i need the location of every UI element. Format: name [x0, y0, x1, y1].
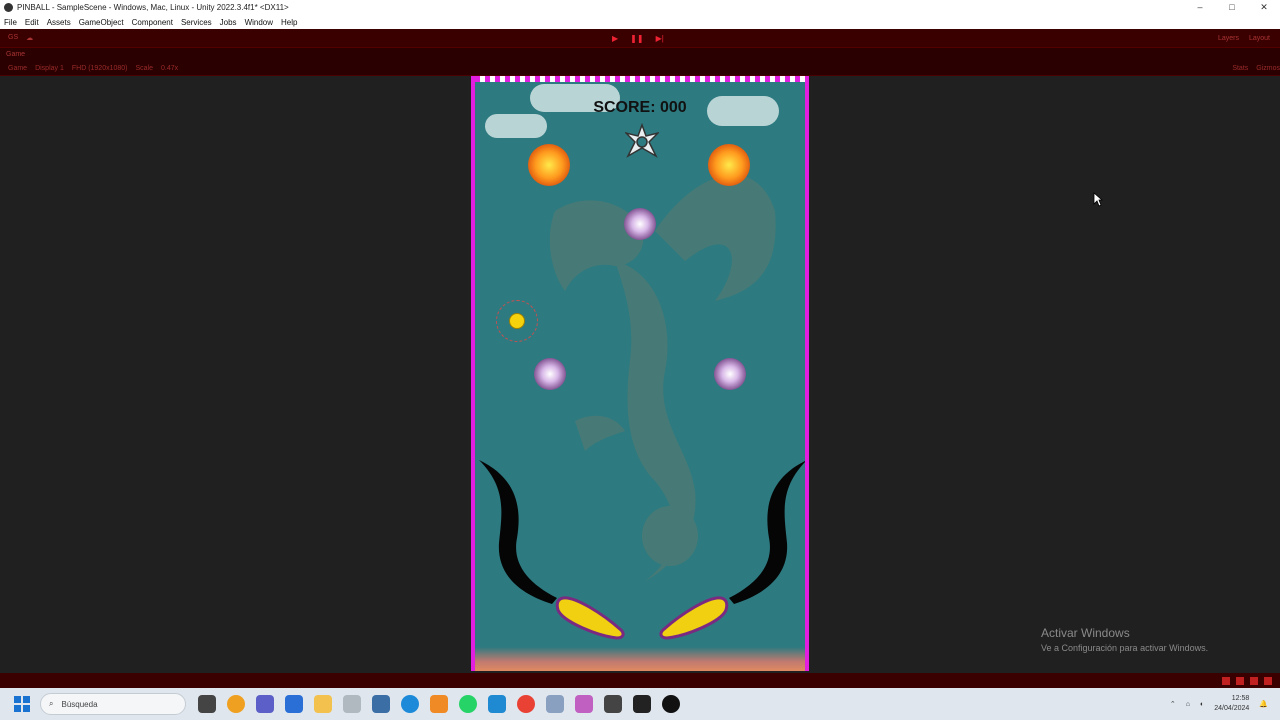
menu-window[interactable]: Window [241, 18, 277, 27]
game-view-toolbar: Game Display 1 FHD (1920x1080) Scale 0.4… [0, 61, 1280, 76]
game-tab-bar: Game [0, 48, 1280, 61]
unity-hub-icon[interactable] [604, 695, 622, 713]
windows-taskbar: ⌕ Búsqueda ⌃ ⌂ ◐ 12:58 24/04/2024 🔔 [0, 688, 1280, 720]
scale-label: Scale [135, 64, 154, 72]
network-icon[interactable]: ⌂ [1186, 701, 1190, 708]
display-dropdown[interactable]: Display 1 [35, 65, 64, 72]
chevron-up-icon[interactable]: ⌃ [1170, 700, 1176, 708]
app-icon[interactable] [546, 695, 564, 713]
cloud-icon[interactable]: ☁ [26, 34, 33, 42]
menu-file[interactable]: File [0, 18, 21, 27]
fire-bumper [708, 144, 750, 186]
scale-value[interactable]: 0.47x [161, 65, 178, 72]
clock-time: 12:58 [1231, 695, 1250, 702]
app-icon[interactable] [662, 695, 680, 713]
account-button[interactable]: GS [8, 34, 18, 42]
fire-bumper [528, 144, 570, 186]
left-flipper [555, 596, 625, 640]
menu-assets[interactable]: Assets [43, 18, 75, 27]
minimize-button[interactable]: – [1184, 0, 1216, 15]
chrome-icon[interactable] [517, 695, 535, 713]
error-icon[interactable] [1222, 676, 1230, 685]
clock-date: 24/04/2024 [1214, 705, 1250, 712]
right-horn-wall [729, 461, 805, 604]
close-button[interactable]: ✕ [1248, 0, 1280, 15]
unity-logo-icon [4, 3, 13, 12]
gizmos-button[interactable]: Gizmos [1256, 65, 1280, 72]
play-button[interactable]: ▶ [612, 34, 618, 43]
main-toolbar: GS ☁ ▶ ❚❚ ▶| Layers Layout [0, 29, 1280, 48]
warning-icon[interactable] [1236, 676, 1244, 685]
menu-bar: File Edit Assets GameObject Component Se… [0, 15, 1280, 29]
app-icon[interactable] [343, 695, 361, 713]
spiked-bumper [624, 208, 656, 240]
teams-icon[interactable] [256, 695, 274, 713]
log-icon[interactable] [1250, 676, 1258, 685]
task-view-icon[interactable] [198, 695, 216, 713]
app-icon[interactable] [575, 695, 593, 713]
score-text: SCORE: 000 [593, 99, 687, 116]
start-button[interactable] [14, 696, 30, 712]
layout-dropdown[interactable]: Layout [1249, 35, 1270, 42]
menu-help[interactable]: Help [277, 18, 301, 27]
stats-button[interactable]: Stats [1232, 65, 1248, 72]
spiked-bumper [534, 358, 566, 390]
menu-gameobject[interactable]: GameObject [75, 18, 128, 27]
layers-dropdown[interactable]: Layers [1218, 35, 1239, 42]
left-horn-wall [479, 460, 557, 604]
edge-icon[interactable] [401, 695, 419, 713]
taskbar-search[interactable]: ⌕ Búsqueda [40, 693, 186, 715]
calculator-icon[interactable] [372, 695, 390, 713]
clock[interactable]: 12:58 24/04/2024 [1214, 694, 1249, 714]
menu-edit[interactable]: Edit [21, 18, 43, 27]
maximize-button[interactable]: □ [1216, 0, 1248, 15]
mouse-cursor-icon [1093, 192, 1103, 207]
window-title-bar: PINBALL - SampleScene - Windows, Mac, Li… [0, 0, 1280, 15]
watermark-title: Activar Windows [1041, 626, 1130, 640]
weather-icon[interactable] [227, 695, 245, 713]
unity-status-bar [0, 673, 1280, 688]
pause-button[interactable]: ❚❚ [630, 34, 643, 43]
right-flipper [659, 596, 729, 640]
view-dropdown[interactable]: Game [8, 65, 27, 72]
store-icon[interactable] [285, 695, 303, 713]
top-rail [475, 76, 805, 82]
vscode-icon[interactable] [488, 695, 506, 713]
file-explorer-icon[interactable] [314, 695, 332, 713]
activation-watermark: Activar Windows Ve a Configuración para … [1041, 626, 1208, 653]
menu-component[interactable]: Component [128, 18, 177, 27]
cloud [485, 114, 547, 138]
pinball-playfield: SCORE: 000 [471, 76, 809, 671]
notification-icon[interactable] [1264, 676, 1272, 685]
window-title: PINBALL - SampleScene - Windows, Mac, Li… [17, 3, 289, 12]
unity-icon[interactable] [633, 695, 651, 713]
step-button[interactable]: ▶| [656, 34, 664, 43]
bell-icon[interactable]: 🔔 [1259, 700, 1268, 708]
menu-jobs[interactable]: Jobs [216, 18, 241, 27]
sublime-icon[interactable] [430, 695, 448, 713]
watermark-subtitle: Ve a Configuración para activar Windows. [1041, 643, 1209, 653]
menu-services[interactable]: Services [177, 18, 216, 27]
system-tray: ⌃ ⌂ ◐ 12:58 24/04/2024 🔔 [1170, 694, 1280, 714]
whatsapp-icon[interactable] [459, 695, 477, 713]
volume-icon[interactable]: ◐ [1200, 701, 1204, 708]
fire-floor [475, 647, 805, 671]
pinball-ball [509, 313, 525, 329]
spiked-bumper [714, 358, 746, 390]
tab-game[interactable]: Game [6, 51, 25, 58]
search-placeholder: Búsqueda [61, 699, 98, 709]
search-icon: ⌕ [49, 699, 54, 708]
resolution-dropdown[interactable]: FHD (1920x1080) [72, 65, 128, 72]
